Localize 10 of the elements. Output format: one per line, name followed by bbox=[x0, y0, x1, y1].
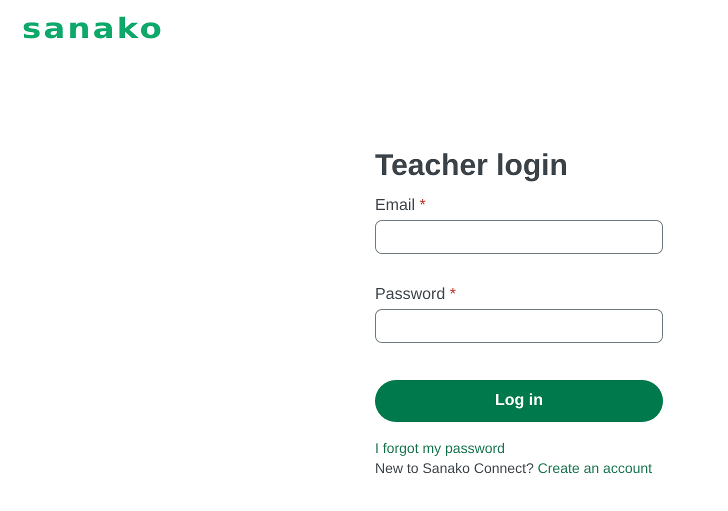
logo: sanako bbox=[22, 14, 164, 44]
login-button[interactable]: Log in bbox=[375, 380, 663, 422]
create-account-link[interactable]: Create an account bbox=[538, 460, 652, 476]
page-title: Teacher login bbox=[375, 148, 569, 184]
field-label: Password * bbox=[375, 285, 457, 305]
forgot-password-link[interactable]: I forgot my password bbox=[375, 440, 505, 456]
input-field[interactable] bbox=[375, 309, 663, 343]
input-field[interactable] bbox=[375, 220, 663, 254]
signup-prompt: New to Sanako Connect? bbox=[375, 460, 534, 476]
field-label: Email * bbox=[375, 196, 427, 216]
